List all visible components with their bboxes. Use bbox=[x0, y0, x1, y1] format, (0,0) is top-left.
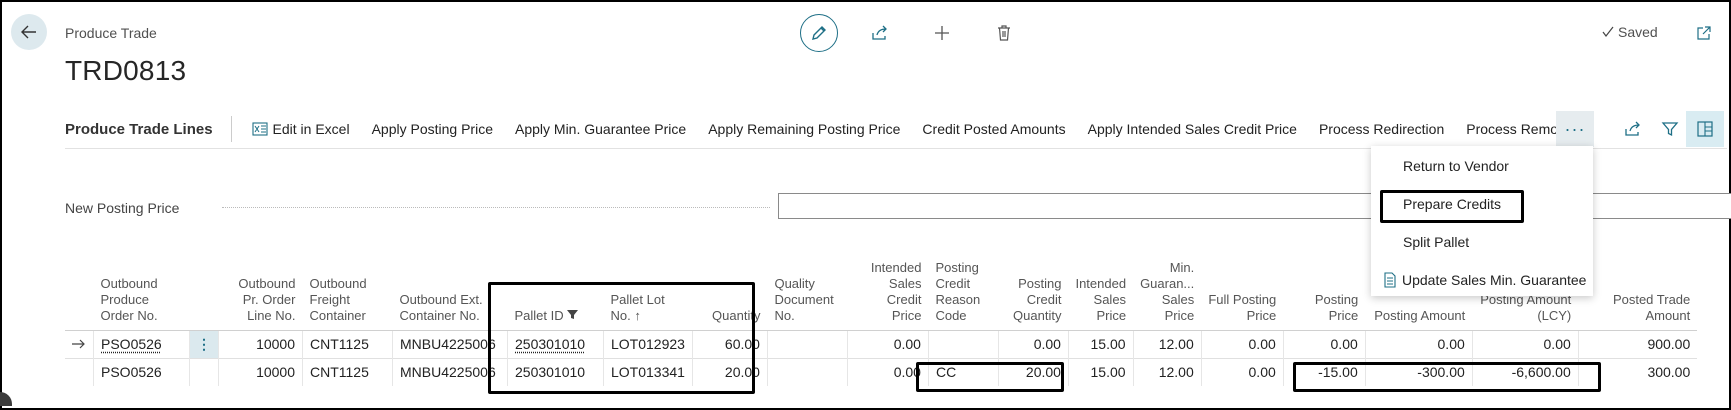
field-leader-dots bbox=[222, 207, 770, 208]
full-posting-price-cell[interactable]: 0.00 bbox=[1200, 329, 1284, 358]
new-button[interactable] bbox=[931, 22, 953, 44]
trash-icon bbox=[998, 25, 1010, 41]
intended-sales-price-cell[interactable]: 15.00 bbox=[1067, 357, 1134, 386]
outbound-produce-order-no-cell[interactable]: PSO0526 bbox=[93, 329, 190, 358]
min-guarantee-sales-price-cell[interactable]: 12.00 bbox=[1132, 357, 1202, 386]
saved-status: Saved bbox=[1601, 24, 1658, 40]
toolbar-divider bbox=[230, 116, 232, 142]
open-new-window-button[interactable] bbox=[1693, 22, 1715, 44]
posted-trade-amount-link[interactable]: 900.00 bbox=[1577, 329, 1698, 358]
document-icon bbox=[1384, 272, 1396, 288]
posting-amount-lcy-cell[interactable]: 0.00 bbox=[1471, 329, 1579, 358]
outbound-produce-order-no-cell[interactable]: PSO0526 bbox=[93, 357, 190, 386]
col-intended-sales-price[interactable]: Intended Sales Price bbox=[1068, 258, 1133, 330]
row-indicator bbox=[65, 357, 94, 386]
row-selected-indicator bbox=[65, 329, 94, 358]
share-button[interactable] bbox=[869, 22, 891, 44]
col-outbound-pr-order-line-no[interactable]: Outbound Pr. Order Line No. bbox=[219, 258, 303, 330]
excel-icon bbox=[251, 122, 268, 136]
highlight-posting-amounts bbox=[1293, 362, 1601, 392]
quality-document-no-cell[interactable] bbox=[766, 329, 848, 358]
col-posting-price[interactable]: Posting Price bbox=[1283, 258, 1365, 330]
col-outbound-produce-order-no[interactable]: Outbound Produce Order No. bbox=[94, 258, 190, 330]
freight-container-cell[interactable]: CNT1125 bbox=[302, 357, 393, 386]
menu-item-return-to-vendor[interactable]: Return to Vendor bbox=[1403, 158, 1509, 174]
apply-min-guarantee-price-button[interactable]: Apply Min. Guarantee Price bbox=[515, 121, 686, 137]
delete-button[interactable] bbox=[993, 22, 1015, 44]
plus-icon bbox=[935, 26, 949, 40]
full-posting-price-cell[interactable]: 0.00 bbox=[1200, 357, 1284, 386]
factbox-toggle-icon bbox=[1697, 121, 1713, 137]
posting-credit-quantity-cell[interactable]: 0.00 bbox=[997, 329, 1069, 358]
process-redirection-button[interactable]: Process Redirection bbox=[1319, 121, 1444, 137]
menu-item-update-sales-min-guarantee-label: Update Sales Min. Guarantee bbox=[1402, 272, 1587, 288]
menu-item-split-pallet[interactable]: Split Pallet bbox=[1403, 234, 1469, 250]
arrow-right-icon bbox=[72, 339, 85, 349]
col-min-guarantee-sales-price[interactable]: Min. Guaran... Sales Price bbox=[1133, 258, 1201, 330]
filter-button[interactable] bbox=[1659, 118, 1681, 140]
row-actions-button[interactable]: ⋮ bbox=[189, 329, 219, 358]
share-lines-button[interactable] bbox=[1622, 118, 1644, 140]
min-guarantee-sales-price-cell[interactable]: 12.00 bbox=[1132, 329, 1202, 358]
back-button[interactable] bbox=[11, 14, 47, 50]
table-row[interactable]: PSO0526 ⋮ 10000 CNT1125 MNBU4225006 2503… bbox=[65, 329, 1698, 358]
checkmark-icon bbox=[1602, 26, 1614, 37]
edit-in-excel-button[interactable]: Edit in Excel bbox=[251, 121, 350, 137]
lines-toolbar: Produce Trade Lines Edit in Excel Apply … bbox=[65, 110, 1598, 148]
highlight-credit-reason-quantity bbox=[916, 362, 1064, 392]
section-title: Produce Trade Lines bbox=[65, 120, 213, 138]
new-posting-price-label: New Posting Price bbox=[65, 200, 180, 216]
col-posting-credit-reason-code[interactable]: Posting Credit Reason Code bbox=[928, 258, 998, 330]
intended-sales-price-cell[interactable]: 15.00 bbox=[1067, 329, 1134, 358]
credit-posted-amounts-button[interactable]: Credit Posted Amounts bbox=[922, 121, 1065, 137]
apply-intended-sales-credit-price-button[interactable]: Apply Intended Sales Credit Price bbox=[1088, 121, 1297, 137]
page-title: TRD0813 bbox=[65, 55, 187, 86]
arrow-left-icon bbox=[21, 25, 36, 39]
breadcrumb: Produce Trade bbox=[65, 25, 157, 41]
edit-button[interactable] bbox=[800, 14, 838, 52]
more-options-button[interactable]: ··· bbox=[1556, 111, 1594, 147]
col-full-posting-price[interactable]: Full Posting Price bbox=[1201, 258, 1283, 330]
apply-posting-price-button[interactable]: Apply Posting Price bbox=[372, 121, 493, 137]
row-indicator-header bbox=[65, 258, 94, 330]
filter-icon bbox=[1661, 122, 1679, 137]
open-in-new-window-icon bbox=[1697, 26, 1711, 40]
menu-item-update-sales-min-guarantee[interactable]: Update Sales Min. Guarantee bbox=[1383, 272, 1586, 288]
line-no-cell[interactable]: 10000 bbox=[218, 357, 303, 386]
apply-remaining-posting-price-button[interactable]: Apply Remaining Posting Price bbox=[708, 121, 900, 137]
col-outbound-freight-container[interactable]: Outbound Freight Container bbox=[303, 258, 393, 330]
quality-document-no-cell[interactable] bbox=[766, 357, 848, 386]
line-no-cell[interactable]: 10000 bbox=[218, 329, 303, 358]
highlight-pallet-columns bbox=[488, 282, 755, 394]
share-icon bbox=[872, 25, 887, 40]
col-intended-sales-credit-price[interactable]: Intended Sales Credit Price bbox=[847, 258, 928, 330]
col-quality-document-no[interactable]: Quality Document No. bbox=[767, 258, 847, 330]
row-actions-cell[interactable] bbox=[189, 357, 219, 386]
intended-sales-credit-price-cell[interactable]: 0.00 bbox=[846, 329, 929, 358]
col-posted-trade-amount[interactable]: Posted Trade Amount bbox=[1578, 258, 1697, 330]
share-icon bbox=[1625, 121, 1640, 136]
highlight-prepare-credits bbox=[1380, 190, 1524, 223]
layout-toggle-button[interactable] bbox=[1686, 111, 1724, 147]
edit-in-excel-label: Edit in Excel bbox=[272, 121, 350, 137]
posting-credit-reason-code-cell[interactable] bbox=[927, 329, 999, 358]
freight-container-cell[interactable]: CNT1125 bbox=[302, 329, 393, 358]
row-menu-header bbox=[190, 258, 219, 330]
posting-price-cell[interactable]: 0.00 bbox=[1282, 329, 1366, 358]
posting-amount-cell[interactable]: 0.00 bbox=[1364, 329, 1473, 358]
col-posting-credit-quantity[interactable]: Posting Credit Quantity bbox=[998, 258, 1068, 330]
saved-label: Saved bbox=[1618, 24, 1658, 40]
pencil-icon bbox=[812, 26, 826, 40]
